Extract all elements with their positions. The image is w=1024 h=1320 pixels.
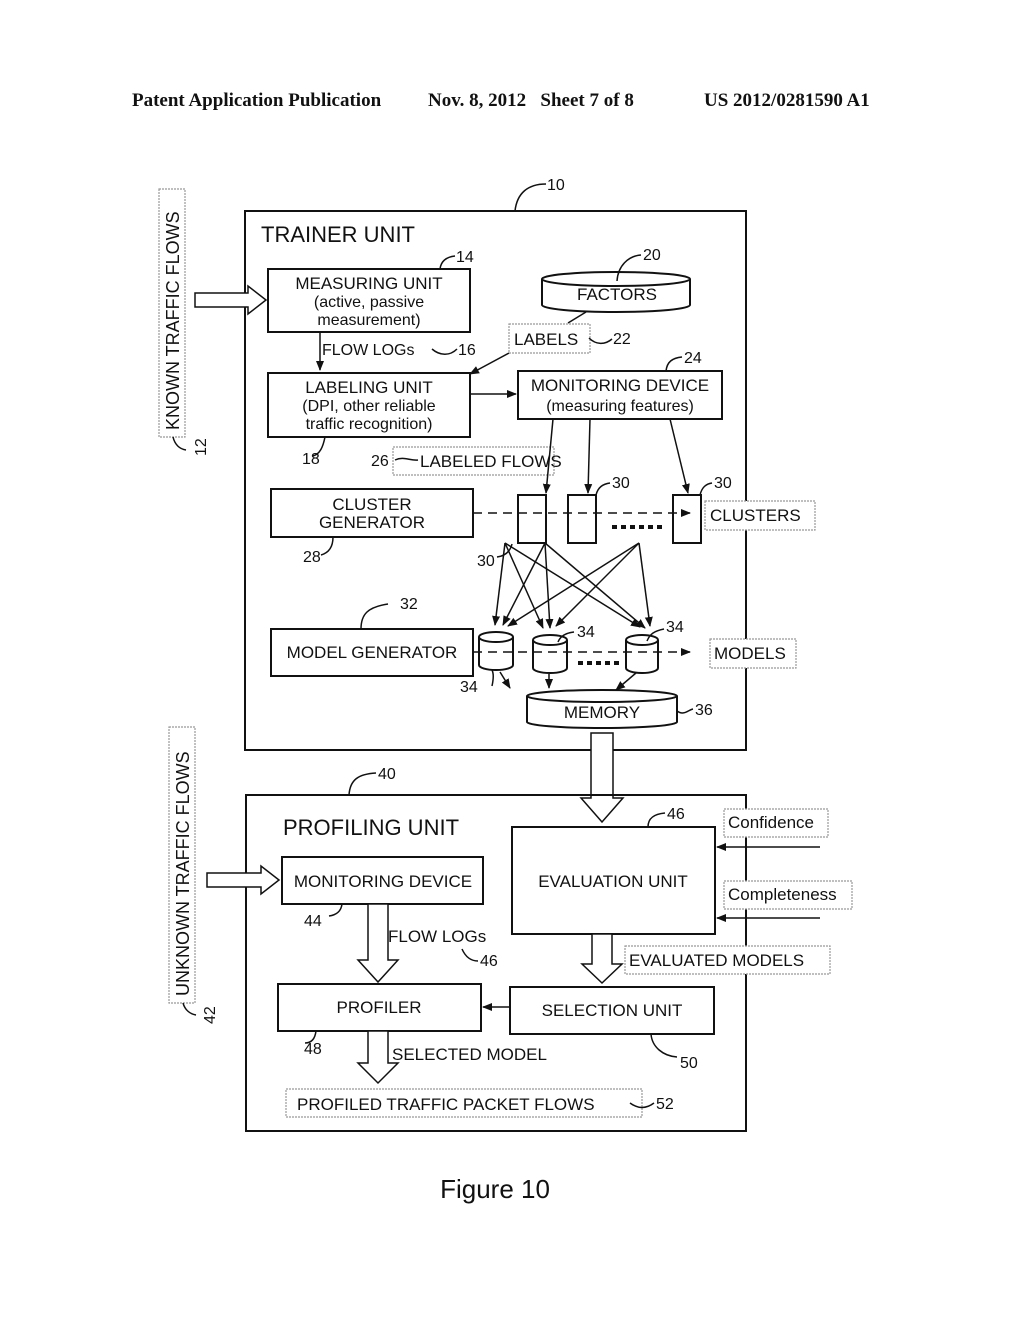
trainer-monitoring-device-label: MONITORING DEVICE — [531, 376, 709, 395]
labeling-unit-sub2: traffic recognition) — [306, 416, 433, 433]
ref-10: 10 — [547, 177, 565, 194]
figure-caption: Figure 10 — [440, 1174, 550, 1204]
ref-14: 14 — [456, 249, 474, 266]
ref-28: 28 — [303, 549, 321, 566]
memory-cylinder-top — [526, 689, 678, 703]
ref-48: 48 — [304, 1041, 322, 1058]
ref-40: 40 — [378, 766, 396, 783]
trainer-unit-title: TRAINER UNIT — [261, 222, 415, 247]
profiling-unit-title: PROFILING UNIT — [283, 815, 459, 840]
selection-unit-label: SELECTION UNIT — [542, 1001, 683, 1020]
ref-34b: 34 — [666, 619, 684, 636]
ref-12: 12 — [193, 438, 210, 456]
labeling-unit-label: LABELING UNIT — [305, 378, 433, 397]
ref-46b: 46 — [480, 953, 498, 970]
labeling-unit-sub1: (DPI, other reliable — [302, 398, 435, 415]
flow-logs-label: FLOW LOGs — [322, 342, 414, 359]
ref-30b: 30 — [714, 475, 732, 492]
ref-26: 26 — [371, 453, 389, 470]
selected-model-label: SELECTED MODEL — [392, 1045, 547, 1064]
factors-cylinder-top — [541, 271, 691, 287]
ref-34c: 34 — [460, 679, 478, 696]
factors-label: FACTORS — [577, 285, 657, 304]
ref-20: 20 — [643, 247, 661, 264]
leader-40 — [348, 772, 377, 796]
ref-18: 18 — [302, 451, 320, 468]
known-traffic-flows-label: KNOWN TRAFFIC FLOWS — [163, 211, 183, 430]
completeness-label: Completeness — [728, 885, 837, 904]
ref-36: 36 — [695, 702, 713, 719]
ref-42: 42 — [202, 1006, 219, 1024]
ref-50: 50 — [680, 1055, 698, 1072]
memory-label: MEMORY — [564, 703, 640, 722]
leader-50 — [650, 1033, 678, 1058]
leader-44 — [328, 903, 343, 917]
ref-22: 22 — [613, 331, 631, 348]
leader-10 — [514, 183, 547, 212]
confidence-label: Confidence — [728, 813, 814, 832]
ref-46a: 46 — [667, 806, 685, 823]
patent-figure: 10 TRAINER UNIT KNOWN TRAFFIC FLOWS 12 M… — [158, 177, 853, 1204]
cluster-generator-label2: GENERATOR — [319, 513, 425, 532]
leader-42 — [182, 1002, 197, 1016]
profiling-flow-logs-label: FLOW LOGs — [388, 927, 486, 946]
evaluated-models-label: EVALUATED MODELS — [629, 951, 804, 970]
ref-24: 24 — [684, 350, 702, 367]
leader-46a — [647, 812, 666, 828]
ref-16: 16 — [458, 342, 476, 359]
evaluated-models-arrow — [580, 933, 624, 985]
measuring-unit-sub1: (active, passive — [314, 294, 424, 311]
measuring-unit-label: MEASURING UNIT — [295, 274, 442, 293]
evaluation-unit-label: EVALUATION UNIT — [538, 872, 688, 891]
cluster-generator-label1: CLUSTER — [332, 495, 411, 514]
profiled-flows-label: PROFILED TRAFFIC PACKET FLOWS — [297, 1095, 595, 1114]
profiler-label: PROFILER — [336, 998, 421, 1017]
labels-label: LABELS — [514, 330, 578, 349]
measuring-unit-sub2: measurement) — [317, 312, 420, 329]
model-generator-label: MODEL GENERATOR — [287, 643, 458, 662]
trainer-monitoring-device-sub: (measuring features) — [546, 398, 694, 415]
ref-30c: 30 — [477, 553, 495, 570]
leader-46b — [461, 948, 479, 962]
leader-12 — [172, 436, 187, 451]
ref-34a: 34 — [577, 624, 595, 641]
profiling-monitoring-device-label: MONITORING DEVICE — [294, 872, 472, 891]
unknown-input-arrow — [206, 864, 281, 896]
ref-30a: 30 — [612, 475, 630, 492]
clusters-label: CLUSTERS — [710, 506, 801, 525]
unknown-traffic-flows-label: UNKNOWN TRAFFIC FLOWS — [173, 751, 193, 996]
ref-32: 32 — [400, 596, 418, 613]
ref-44: 44 — [304, 913, 322, 930]
labeled-flows-label: LABELED FLOWS — [420, 452, 562, 471]
models-label: MODELS — [714, 644, 786, 663]
ref-52: 52 — [656, 1096, 674, 1113]
